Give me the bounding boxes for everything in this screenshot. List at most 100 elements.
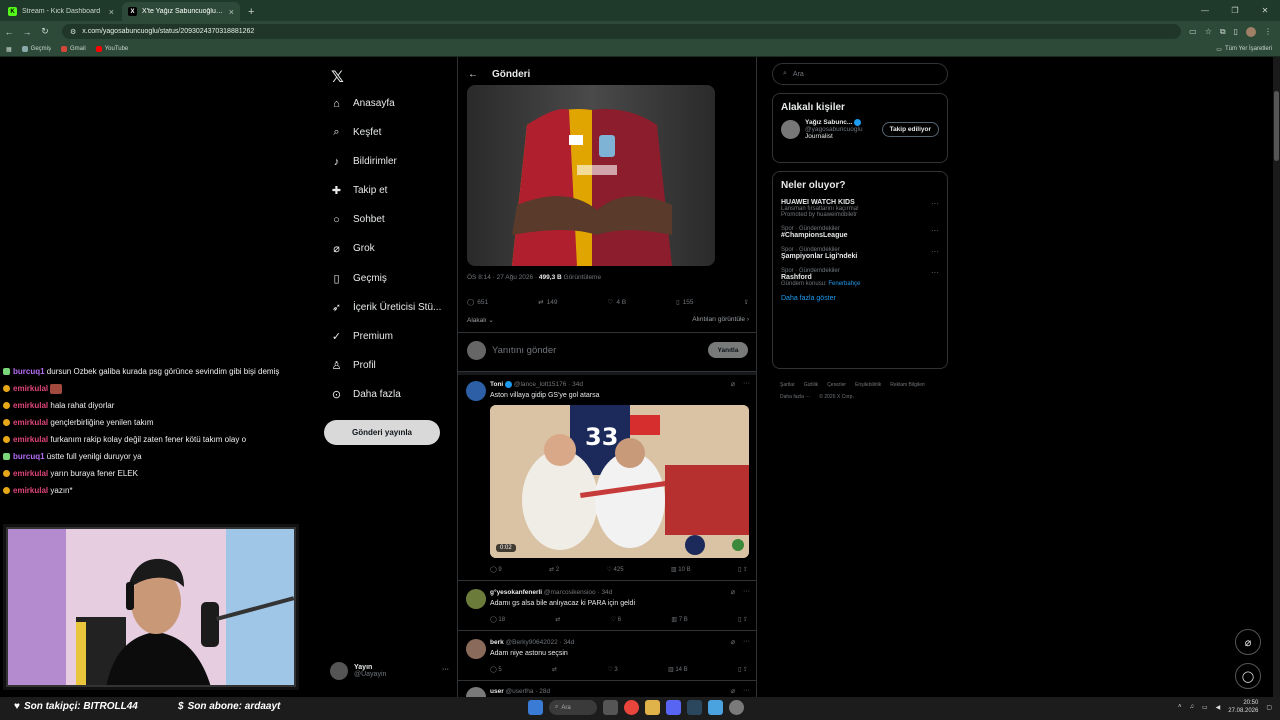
- trend-item[interactable]: Spor · Gündemdekiler Rashford Gündem kon…: [781, 268, 939, 287]
- volume-icon[interactable]: ◀: [1216, 704, 1221, 711]
- nav-bookmarks[interactable]: ▯ Geçmiş: [330, 272, 386, 285]
- reply-action[interactable]: ◯ 651: [467, 298, 488, 307]
- more-dots-icon[interactable]: ···: [931, 247, 939, 256]
- more-dots-icon[interactable]: ···: [931, 226, 939, 235]
- like-action[interactable]: ♡ 6: [611, 616, 621, 623]
- reply-action[interactable]: ◯ 9: [490, 566, 502, 573]
- footer-link[interactable]: Şartlar: [780, 379, 795, 391]
- tab-x-post[interactable]: X X'te Yağız Sabuncuoğlu: "RAFA... ×: [122, 2, 240, 21]
- reply-button[interactable]: Yanıtla: [708, 342, 748, 358]
- more-dots-icon[interactable]: ···: [743, 380, 750, 388]
- more-dots-icon[interactable]: ···: [442, 666, 449, 673]
- search-input[interactable]: ⌕ Ara: [772, 63, 948, 85]
- scrollbar-thumb[interactable]: [1274, 91, 1279, 161]
- close-icon[interactable]: ×: [109, 7, 114, 17]
- footer-link[interactable]: Daha fazla ···: [780, 391, 810, 403]
- views-action[interactable]: ▥ 14 B: [668, 666, 688, 673]
- post-button[interactable]: Gönderi yayınla: [324, 420, 440, 445]
- star-icon[interactable]: ☆: [1205, 27, 1212, 36]
- taskbar-search[interactable]: ⌕ Ara: [549, 700, 597, 715]
- messages-float-button[interactable]: ◯: [1235, 663, 1261, 689]
- menu-icon[interactable]: ⋮: [1264, 27, 1272, 36]
- trend-item[interactable]: Spor · Gündemdekiler #ChampionsLeague ··…: [781, 226, 939, 239]
- x-logo-icon[interactable]: 𝕏: [331, 67, 344, 87]
- notification-icon[interactable]: ▢: [1266, 704, 1272, 711]
- grok-icon[interactable]: ⌀: [731, 588, 735, 596]
- chevron-up-icon[interactable]: ˄: [1178, 704, 1182, 710]
- grok-float-button[interactable]: ⌀: [1235, 629, 1261, 655]
- nav-chat[interactable]: ○ Sohbet: [330, 213, 385, 226]
- browser-profile-avatar[interactable]: [1246, 26, 1256, 37]
- more-dots-icon[interactable]: ···: [931, 199, 939, 208]
- repost-action[interactable]: ⇄ 149: [538, 298, 557, 307]
- trend-item[interactable]: HUAWEI WATCH KIDS Lansman fırsatlarını k…: [781, 199, 939, 218]
- reply-action[interactable]: ◯ 5: [490, 666, 502, 673]
- footer-link[interactable]: Gizlilik: [804, 379, 818, 391]
- share-action[interactable]: ⇪: [744, 298, 749, 306]
- obs-icon[interactable]: [729, 700, 744, 715]
- like-action[interactable]: ♡ 4 B: [607, 298, 626, 307]
- nav-premium[interactable]: ✓ Premium: [330, 330, 393, 343]
- close-window-icon[interactable]: ✕: [1250, 0, 1280, 21]
- nav-notifications[interactable]: ♪ Bildirimler: [330, 155, 397, 168]
- sidepanel-icon[interactable]: ▯: [1234, 27, 1238, 36]
- new-tab-button[interactable]: +: [248, 6, 254, 18]
- extensions-icon[interactable]: ⧉: [1220, 27, 1226, 37]
- views-action[interactable]: ▥ 7 B: [671, 616, 687, 623]
- reply-action[interactable]: ◯ 18: [490, 616, 505, 623]
- like-action[interactable]: ♡ 425: [607, 566, 624, 573]
- footer-link[interactable]: Erişilebilirlik: [855, 379, 881, 391]
- bookmark-icon[interactable]: ▯ ⇪: [738, 616, 748, 623]
- repost-action[interactable]: ⇄: [552, 666, 557, 673]
- start-icon[interactable]: [528, 700, 543, 715]
- steam-icon[interactable]: [687, 700, 702, 715]
- reply-post[interactable]: Toni @lance_lott15176 · 34d ⌀ ··· Aston v…: [458, 375, 756, 581]
- nav-creator-studio[interactable]: ➶ İçerik Üreticisi Stü...: [330, 301, 441, 314]
- grok-icon[interactable]: ⌀: [731, 687, 735, 695]
- like-action[interactable]: ♡ 3: [607, 666, 617, 673]
- grok-icon[interactable]: ⌀: [731, 380, 735, 388]
- reply-post[interactable]: g°yesokanfenerli @marcosikensioo · 34d ⌀…: [458, 581, 756, 631]
- nav-home[interactable]: ⌂ Anasayfa: [330, 97, 395, 110]
- discord-icon[interactable]: [666, 700, 681, 715]
- task-view-icon[interactable]: [603, 700, 618, 715]
- page-scrollbar[interactable]: [1273, 57, 1280, 697]
- account-switcher[interactable]: Yayın @Uayayin ···: [330, 662, 449, 680]
- footer-link[interactable]: Reklam Bilgileri: [890, 379, 924, 391]
- bookmark-youtube[interactable]: YouTube: [95, 46, 128, 52]
- trend-item[interactable]: Spor · Gündemdekiler Şampiyonlar Ligi'nd…: [781, 247, 939, 260]
- more-dots-icon[interactable]: ···: [931, 268, 939, 277]
- bookmark-icon[interactable]: ▯ ⇪: [738, 566, 748, 573]
- all-bookmarks[interactable]: ▭ Tüm Yer İşaretleri: [1216, 46, 1272, 53]
- more-dots-icon[interactable]: ···: [743, 687, 750, 695]
- cast-icon[interactable]: ▭: [1189, 27, 1197, 36]
- footer-link[interactable]: Çerezler: [827, 379, 846, 391]
- repost-action[interactable]: ⇄: [555, 616, 560, 623]
- reply-post[interactable]: berk @Berky90642022 · 34d ⌀ ··· Adam niye…: [458, 631, 756, 681]
- clock[interactable]: 20:50 27.08.2026: [1228, 699, 1258, 715]
- nav-more[interactable]: ⊙ Daha fazla: [330, 388, 401, 401]
- show-more-link[interactable]: Daha fazla göster: [781, 295, 939, 302]
- app-icon[interactable]: [708, 700, 723, 715]
- grok-icon[interactable]: ⌀: [731, 638, 735, 646]
- close-icon[interactable]: ×: [229, 7, 234, 17]
- reply-video[interactable]: 33 0:02: [490, 405, 749, 558]
- bookmark-icon[interactable]: ▯ ⇪: [738, 666, 748, 673]
- network-icon[interactable]: ▭: [1202, 704, 1208, 711]
- nav-follow[interactable]: ✚ Takip et: [330, 184, 388, 197]
- apps-icon[interactable]: ▦: [6, 46, 12, 53]
- maximize-icon[interactable]: ❐: [1220, 0, 1250, 21]
- view-quotes-link[interactable]: Alıntıları görüntüle ›: [692, 316, 749, 324]
- reload-icon[interactable]: ↻: [36, 26, 54, 37]
- bookmark-history[interactable]: Geçmiş: [21, 46, 51, 52]
- reply-input[interactable]: Yanıtını gönder: [492, 345, 556, 356]
- minimize-icon[interactable]: —: [1190, 0, 1220, 21]
- site-info-icon[interactable]: ⚙: [70, 28, 76, 36]
- reply-post[interactable]: user @userlha · 28d ⌀ ···: [458, 681, 756, 697]
- person-row[interactable]: Yağız Sabunc... @yagosabuncuoglu Journal…: [781, 119, 939, 140]
- back-icon[interactable]: ←: [0, 27, 18, 37]
- following-button[interactable]: Takip ediliyor: [881, 122, 939, 138]
- file-explorer-icon[interactable]: [645, 700, 660, 715]
- more-dots-icon[interactable]: ···: [743, 588, 750, 596]
- related-dropdown[interactable]: Alakalı ⌄: [467, 316, 494, 324]
